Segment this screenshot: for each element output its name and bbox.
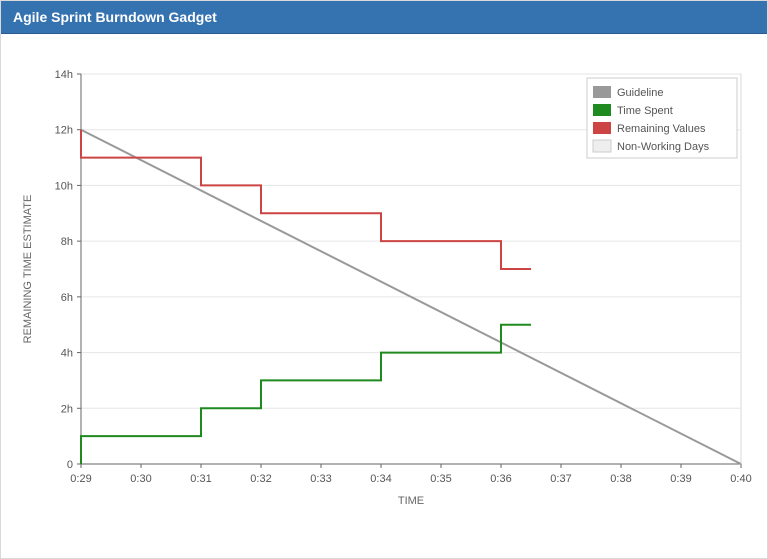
x-tick-label: 0:36	[490, 473, 511, 485]
burndown-chart: 0 2h 4h 6h 8h 10h 12h 14h 0:29 0:30 0:31 0:32 0:33 0:…	[1, 34, 767, 554]
x-tick-label: 0:31	[190, 473, 211, 485]
gadget-header: Agile Sprint Burndown Gadget	[1, 1, 767, 34]
burndown-gadget: Agile Sprint Burndown Gadget 0 2h 4h 6h 8h 10…	[0, 0, 768, 559]
legend-swatch	[593, 122, 611, 134]
legend-label: Guideline	[617, 87, 663, 99]
x-tick-label: 0:40	[730, 473, 751, 485]
legend-swatch	[593, 86, 611, 98]
legend-swatch	[593, 104, 611, 116]
x-tick-label: 0:39	[670, 473, 691, 485]
y-tick-label: 4h	[61, 348, 73, 360]
y-tick-label: 14h	[55, 69, 73, 81]
x-tick-label: 0:33	[310, 473, 331, 485]
x-tick-label: 0:34	[370, 473, 391, 485]
x-tick-label: 0:32	[250, 473, 271, 485]
y-tick-label: 10h	[55, 180, 73, 192]
legend-label: Time Spent	[617, 105, 673, 117]
x-tick-label: 0:35	[430, 473, 451, 485]
legend-label: Remaining Values	[617, 123, 706, 135]
x-axis-label: TIME	[398, 495, 424, 507]
y-tick-label: 12h	[55, 125, 73, 137]
x-tick-label: 0:38	[610, 473, 631, 485]
gadget-title: Agile Sprint Burndown Gadget	[13, 9, 217, 25]
y-axis-label: REMAINING TIME ESTIMATE	[22, 195, 34, 344]
gadget-body: 0 2h 4h 6h 8h 10h 12h 14h 0:29 0:30 0:31 0:32 0:33 0:…	[1, 34, 767, 555]
y-tick-label: 0	[67, 459, 73, 471]
y-tick-label: 8h	[61, 236, 73, 248]
x-tick-label: 0:37	[550, 473, 571, 485]
legend-swatch	[593, 140, 611, 152]
x-tick-label: 0:29	[70, 473, 91, 485]
x-tick-label: 0:30	[130, 473, 151, 485]
y-tick-label: 6h	[61, 292, 73, 304]
series-remaining-values	[81, 130, 531, 269]
y-tick-label: 2h	[61, 403, 73, 415]
legend-label: Non-Working Days	[617, 141, 710, 153]
series-time-spent	[81, 325, 531, 464]
